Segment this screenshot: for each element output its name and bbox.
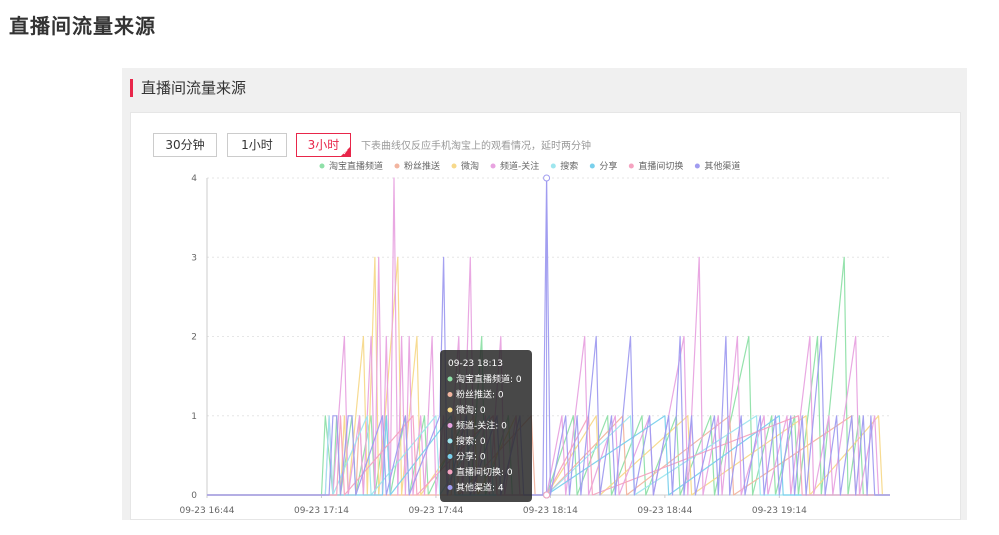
tab-3hour[interactable]: 3小时 ✓ xyxy=(296,133,351,157)
x-tick-label: 09-23 18:14 xyxy=(523,506,578,516)
y-tick-label: 4 xyxy=(191,174,197,184)
panel-header: 直播间流量来源 xyxy=(122,68,967,110)
hover-point-7 xyxy=(543,491,551,499)
panel-title: 直播间流量来源 xyxy=(141,79,247,97)
tooltip-marker-7 xyxy=(447,469,453,475)
tooltip-item-3: 微淘: 0 xyxy=(456,404,486,416)
delay-note: 下表曲线仅反应手机淘宝上的观看情况，延时两分钟 xyxy=(361,141,591,152)
legend-marker-7[interactable] xyxy=(628,163,634,169)
x-tick-label: 09-23 17:44 xyxy=(408,506,463,516)
legend-label-8[interactable]: 其他渠道 xyxy=(704,160,740,172)
x-tick-label: 09-23 16:44 xyxy=(180,506,235,516)
legend-marker-1[interactable] xyxy=(319,163,325,169)
traffic-line-chart: 0 1 2 3 4 09-23 16:44 09-23 17:14 09-23 17:44 09… xyxy=(180,160,890,516)
tooltip-item-5: 搜索: 0 xyxy=(456,435,486,447)
tooltip-item-8: 其他渠道: 4 xyxy=(456,482,504,494)
legend-label-3[interactable]: 微淘 xyxy=(461,160,479,172)
tooltip-marker-3 xyxy=(447,407,453,413)
legend-label-1[interactable]: 淘宝直播频道 xyxy=(329,160,383,172)
y-tick-label: 0 xyxy=(191,491,197,501)
y-tick-label: 1 xyxy=(191,412,197,422)
tab-3hour-label: 3小时 xyxy=(307,138,340,152)
x-tick-label: 09-23 17:14 xyxy=(294,506,349,516)
tooltip-item-7: 直播间切换: 0 xyxy=(456,466,513,478)
y-tick-label: 2 xyxy=(191,333,197,343)
panel-accent-bar xyxy=(130,79,133,97)
tooltip-title: 09-23 18:13 xyxy=(448,359,503,369)
tab-30min[interactable]: 30分钟 xyxy=(153,133,217,157)
legend-label-5[interactable]: 搜索 xyxy=(560,160,578,172)
tooltip-marker-6 xyxy=(447,454,453,459)
page-title: 直播间流量来源 xyxy=(9,14,156,38)
legend-marker-5[interactable] xyxy=(550,163,556,169)
x-tick-label: 09-23 18:44 xyxy=(637,506,692,516)
tab-1hour[interactable]: 1小时 xyxy=(227,133,287,157)
x-tick-label: 09-23 19:14 xyxy=(752,506,807,516)
tooltip-item-2: 粉丝推送: 0 xyxy=(456,389,504,401)
tooltip-marker-8 xyxy=(447,485,453,490)
tooltip-marker-1 xyxy=(447,376,453,382)
legend-label-2[interactable]: 粉丝推送 xyxy=(404,160,440,172)
tooltip-item-6: 分享: 0 xyxy=(456,451,486,463)
legend-marker-2[interactable] xyxy=(394,163,400,169)
tooltip-marker-2 xyxy=(447,392,453,397)
legend-marker-8[interactable] xyxy=(694,163,700,169)
legend-label-7[interactable]: 直播间切换 xyxy=(638,160,683,172)
legend-marker-3[interactable] xyxy=(451,163,457,169)
legend-marker-4[interactable] xyxy=(490,163,496,169)
hover-point-8 xyxy=(543,174,551,182)
legend-marker-6[interactable] xyxy=(589,163,595,169)
legend-label-4[interactable]: 频道-关注 xyxy=(500,160,539,172)
tooltip-item-1: 淘宝直播频道: 0 xyxy=(456,373,522,385)
tooltip-marker-5 xyxy=(447,438,453,444)
y-tick-label: 3 xyxy=(191,253,197,263)
legend-label-6[interactable]: 分享 xyxy=(599,160,617,172)
tooltip-marker-4 xyxy=(447,423,453,428)
tooltip-item-4: 频道-关注: 0 xyxy=(456,420,507,432)
